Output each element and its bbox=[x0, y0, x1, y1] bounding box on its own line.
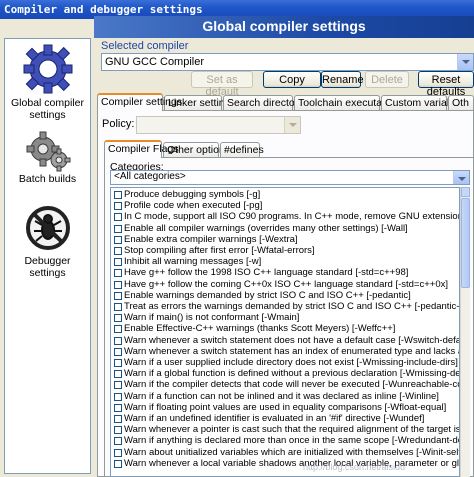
flag-checkbox[interactable] bbox=[114, 325, 122, 334]
flag-label: Enable all compiler warnings (overrides … bbox=[124, 222, 408, 234]
flag-label: Warn if a user supplied include director… bbox=[124, 357, 458, 368]
gear-icon bbox=[23, 44, 72, 94]
flag-label: Profile code when executed [-pg] bbox=[124, 200, 263, 212]
flags-scrollbar[interactable] bbox=[460, 187, 470, 477]
tab-toolchain-executables[interactable]: Toolchain executables bbox=[294, 95, 401, 110]
flag-label: Warn if the compiler detects that code w… bbox=[124, 379, 460, 391]
flag-label: Treat as errors the warnings demanded by… bbox=[124, 301, 460, 312]
flag-checkbox[interactable] bbox=[114, 291, 122, 300]
chevron-down-icon bbox=[457, 54, 473, 70]
batch-gear-icon bbox=[26, 131, 70, 172]
flag-label: Enable extra compiler warnings [-Wextra] bbox=[124, 233, 298, 245]
rename-button[interactable]: Rename bbox=[321, 71, 364, 88]
main-tab-bar: Compiler settings Linker settings Search… bbox=[97, 93, 474, 111]
flag-checkbox[interactable] bbox=[114, 459, 122, 468]
flag-checkbox[interactable] bbox=[114, 426, 122, 435]
flag-label: Enable warnings demanded by strict ISO C… bbox=[124, 289, 411, 301]
delete-button[interactable]: Delete bbox=[365, 71, 409, 88]
flag-label: Warn whenever a pointer is cast such tha… bbox=[124, 424, 460, 436]
flag-label: Warn about unitialized variables which a… bbox=[124, 446, 460, 458]
flag-label: Have g++ follow the coming C++0x ISO C++… bbox=[124, 278, 448, 290]
page-title: Global compiler settings bbox=[202, 18, 366, 34]
flag-checkbox[interactable] bbox=[114, 303, 122, 311]
flag-checkbox[interactable] bbox=[114, 336, 122, 345]
flag-label: Warn whenever a switch statement has an … bbox=[124, 345, 459, 357]
flag-checkbox[interactable] bbox=[114, 381, 122, 390]
bug-icon bbox=[25, 206, 70, 250]
sidebar-item-global-compiler[interactable]: Global compiler settings bbox=[5, 41, 90, 121]
scrollbar-thumb[interactable] bbox=[461, 198, 470, 288]
tab-search-directories[interactable]: Search directories bbox=[223, 95, 312, 110]
flag-checkbox[interactable] bbox=[114, 359, 122, 367]
flag-checkbox[interactable] bbox=[114, 392, 122, 401]
flag-label: Warn whenever a local variable shadows a… bbox=[124, 457, 459, 469]
reset-defaults-button[interactable]: Reset defaults bbox=[418, 71, 474, 98]
flag-label: Stop compiling after first error [-Wfata… bbox=[124, 245, 315, 256]
policy-label: Policy: bbox=[102, 118, 135, 130]
flag-label: Produce debugging symbols [-g] bbox=[124, 189, 261, 200]
sidebar-item-debugger[interactable]: Debugger settings bbox=[5, 203, 90, 279]
sidebar-item-label: Batch builds bbox=[18, 173, 77, 185]
watermark: http://blog.csdn.net/aisidu bbox=[303, 462, 406, 472]
chevron-down-icon bbox=[453, 171, 469, 184]
flag-label: Warn if floating point values are used i… bbox=[124, 401, 447, 413]
copy-button[interactable]: Copy bbox=[263, 71, 321, 88]
flag-checkbox[interactable] bbox=[114, 258, 122, 267]
sidebar-item-label: Global compiler settings bbox=[11, 97, 84, 121]
compiler-flags-list[interactable]: Produce debugging symbols [-g] Profile co… bbox=[110, 187, 460, 477]
set-as-default-button[interactable]: Set as default bbox=[191, 71, 253, 98]
scroll-up-icon[interactable] bbox=[461, 187, 470, 197]
chevron-down-icon bbox=[284, 117, 300, 133]
flag-checkbox[interactable] bbox=[114, 235, 122, 244]
flag-checkbox[interactable] bbox=[114, 247, 122, 255]
tab-compiler-flags[interactable]: Compiler Flags bbox=[104, 140, 179, 158]
flag-checkbox[interactable] bbox=[114, 403, 122, 412]
flag-label: Have g++ follow the 1998 ISO C++ languag… bbox=[124, 267, 409, 279]
categories-value: <All categories> bbox=[114, 171, 186, 182]
flag-checkbox[interactable] bbox=[114, 280, 122, 289]
flag-checkbox[interactable] bbox=[114, 347, 122, 356]
selected-compiler-select[interactable]: GNU GCC Compiler bbox=[101, 53, 474, 71]
selected-compiler-label: Selected compiler bbox=[101, 40, 189, 52]
flag-label: Warn if an undefined identifier is evalu… bbox=[124, 413, 425, 424]
flag-label: In C mode, support all ISO C90 programs.… bbox=[124, 211, 459, 223]
flag-label: Warn if anything is declared more than o… bbox=[124, 435, 460, 447]
tab-custom-variables[interactable]: Custom variables bbox=[381, 95, 466, 110]
page-banner: Global compiler settings bbox=[94, 16, 474, 38]
flag-checkbox[interactable] bbox=[114, 269, 122, 278]
sidebar-item-batch-builds[interactable]: Batch builds bbox=[5, 129, 90, 185]
flag-checkbox[interactable] bbox=[114, 370, 122, 379]
flag-label: Warn if a function can not be inlined an… bbox=[124, 390, 439, 402]
flag-label: Warn if a global function is defined wit… bbox=[124, 368, 459, 380]
flag-checkbox[interactable] bbox=[114, 191, 122, 199]
flag-checkbox[interactable] bbox=[114, 213, 122, 222]
categories-select[interactable]: <All categories> bbox=[110, 170, 470, 185]
tab-compiler-settings[interactable]: Compiler settings bbox=[97, 93, 182, 111]
flag-label: Inhibit all warning messages [-w] bbox=[124, 256, 262, 268]
flag-checkbox[interactable] bbox=[114, 437, 122, 446]
flag-label: Enable Effective-C++ warnings (thanks Sc… bbox=[124, 323, 396, 335]
selected-compiler-value: GNU GCC Compiler bbox=[105, 56, 205, 68]
flag-checkbox[interactable] bbox=[114, 314, 122, 323]
settings-sidebar: Global compiler settings Batch builds De… bbox=[4, 38, 91, 474]
flag-checkbox[interactable] bbox=[114, 224, 122, 233]
sidebar-item-label: Debugger settings bbox=[24, 255, 71, 279]
flag-checkbox[interactable] bbox=[114, 415, 122, 423]
flag-label: Warn whenever a switch statement does no… bbox=[124, 334, 460, 346]
tab-defines[interactable]: #defines bbox=[220, 142, 264, 157]
tab-other[interactable]: Oth bbox=[448, 95, 474, 110]
flag-checkbox[interactable] bbox=[114, 448, 122, 457]
sub-tab-bar: Compiler Flags Other options #defines bbox=[104, 140, 474, 158]
flag-label: Warn if main() is not conformant [-Wmain… bbox=[124, 312, 300, 324]
flag-checkbox[interactable] bbox=[114, 202, 122, 211]
policy-select[interactable] bbox=[136, 116, 301, 134]
window-title: Compiler and debugger settings bbox=[4, 3, 203, 16]
